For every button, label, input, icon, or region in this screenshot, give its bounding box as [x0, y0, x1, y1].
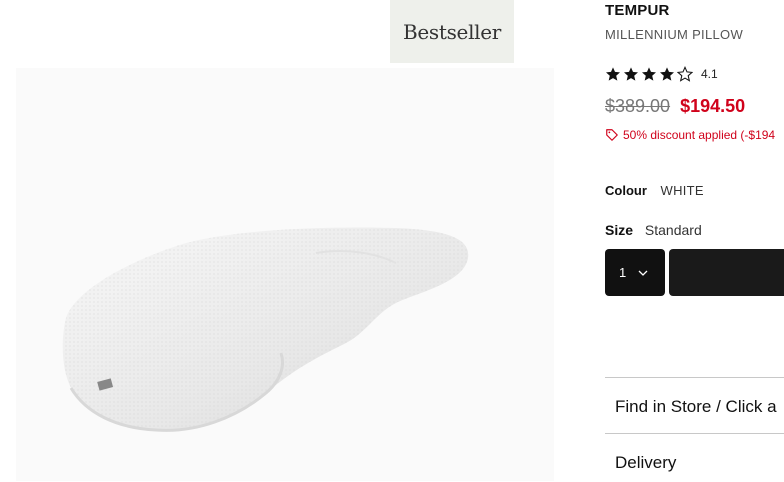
product-image [62, 227, 469, 432]
star-filled-icon [660, 67, 674, 81]
product-rating[interactable]: 4.1 [605, 66, 718, 82]
discount-text: 50% discount applied (-$194 [623, 128, 776, 142]
size-selector: Size Standard [605, 222, 702, 238]
colour-label: Colour [605, 183, 647, 198]
delivery-label: Delivery [615, 453, 677, 472]
size-value: Standard [644, 222, 702, 238]
product-name: MILLENNIUM PILLOW [605, 27, 744, 42]
price-tag-icon [606, 129, 618, 141]
product-image-gallery[interactable] [16, 68, 554, 481]
rating-stars [605, 66, 695, 82]
colour-selector: Colour WHITE [605, 183, 704, 198]
star-filled-icon [606, 67, 620, 81]
delivery-accordion[interactable]: Delivery [605, 433, 784, 482]
star-outline-icon [677, 66, 693, 82]
sale-price: $194.50 [680, 96, 746, 116]
size-label: Size [605, 222, 634, 238]
rating-value: 4.1 [701, 67, 718, 81]
star-filled-icon [624, 67, 638, 81]
find-in-store-accordion[interactable]: Find in Store / Click a [605, 377, 784, 433]
add-to-cart-button[interactable] [669, 249, 784, 296]
chevron-down-icon [638, 270, 648, 276]
bestseller-badge: Bestseller [390, 0, 514, 63]
price-row: $389.00 $194.50 [605, 96, 745, 117]
star-filled-icon [642, 67, 656, 81]
colour-value: WHITE [660, 183, 704, 198]
discount-note: 50% discount applied (-$194 [605, 128, 775, 142]
product-brand[interactable]: TEMPUR [605, 2, 670, 19]
original-price: $389.00 [605, 96, 671, 116]
quantity-value: 1 [619, 265, 627, 280]
quantity-dropdown[interactable]: 1 [605, 249, 665, 296]
find-in-store-label: Find in Store / Click a [615, 397, 777, 416]
